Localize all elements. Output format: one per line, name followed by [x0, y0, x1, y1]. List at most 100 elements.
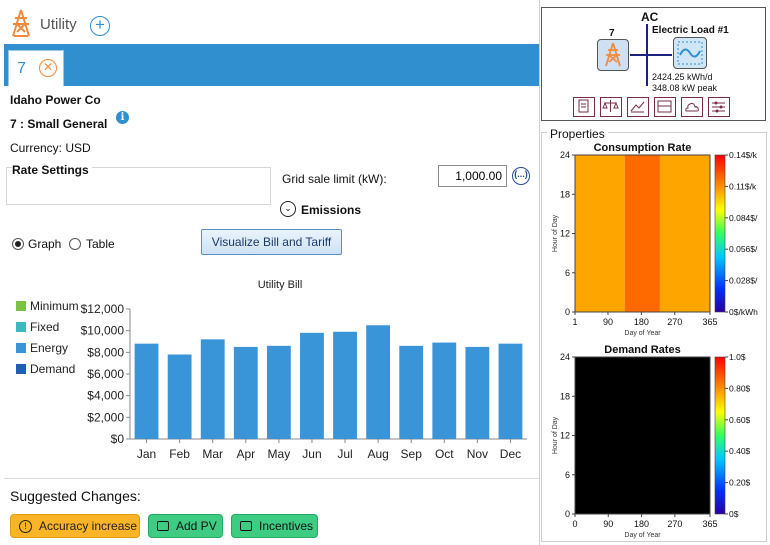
y-tick-label: 12 [560, 431, 570, 441]
x-tick-label: 1 [572, 317, 577, 327]
bar-jul[interactable] [333, 331, 357, 439]
heatmap-title: Consumption Rate [594, 142, 692, 154]
bar-sep[interactable] [399, 345, 424, 439]
rate-name: 7 : Small General [10, 117, 108, 131]
grid-label: 7 [609, 28, 615, 39]
grid-sale-limit-more-button[interactable]: (...) [512, 167, 530, 185]
sliders-icon[interactable] [708, 97, 730, 117]
transmission-tower-icon [605, 42, 621, 67]
bar-jun[interactable] [300, 332, 324, 439]
tab-bar: 7 ✕ [4, 44, 539, 86]
y-tick-label: 0 [565, 307, 570, 317]
incentives-button[interactable]: Incentives [231, 514, 318, 538]
bar-may[interactable] [266, 345, 291, 439]
x-tick-label: Sep [401, 447, 423, 461]
add-utility-button[interactable]: + [90, 16, 110, 36]
transmission-tower-icon [12, 9, 30, 37]
utility-panel: Utility + 7 ✕ Idaho Power Co 7 : Small G… [2, 2, 539, 543]
bar-oct[interactable] [432, 342, 457, 439]
table-radio-label: Table [86, 237, 115, 251]
tab-7[interactable]: 7 ✕ [8, 50, 64, 86]
legend-swatch-demand [16, 364, 26, 374]
bar-nov[interactable] [465, 346, 490, 439]
bar-aug[interactable] [366, 325, 391, 439]
colorbar-label: 0$/kWh [729, 307, 758, 317]
x-tick-label: 180 [634, 519, 649, 529]
legend-swatch-fixed [16, 322, 26, 332]
colorbar-label: 0.14$/k [729, 150, 758, 160]
bar-apr[interactable] [233, 346, 258, 439]
y-tick-label: $10,000 [81, 324, 125, 338]
colorbar [714, 356, 726, 515]
y-tick-label: 12 [560, 229, 570, 239]
x-tick-label: Apr [236, 447, 255, 461]
colorbar-label: 0.056$/ [729, 244, 758, 254]
colorbar-label: 0.80$ [729, 383, 751, 393]
bar-mar[interactable] [200, 339, 225, 439]
y-axis-label: Hour of Day [552, 416, 559, 454]
graph-radio[interactable] [12, 238, 24, 250]
y-tick-label: 0 [565, 509, 570, 519]
table-radio[interactable] [69, 238, 81, 250]
colorbar-label: 0.084$/ [729, 213, 758, 223]
consumption-rate-heatmap: Consumption Rate 0 6 12 18 24 1 90 180 270 365 Day … [552, 142, 758, 337]
add-pv-button[interactable]: Add PV [148, 514, 223, 538]
y-tick-label: $12,000 [81, 302, 125, 316]
bar-jan[interactable] [134, 343, 159, 439]
info-icon[interactable]: i [116, 111, 129, 124]
emissions-toggle[interactable]: Emissions [301, 203, 361, 217]
legend-swatch-energy [16, 343, 26, 353]
x-tick-label: 270 [667, 519, 682, 529]
alert-circle-icon: ! [19, 520, 32, 533]
colorbar-label: 0$ [729, 509, 739, 519]
ac-bus-label: AC [641, 10, 659, 24]
rate-settings-title: Rate Settings [12, 163, 92, 177]
electric-load-component[interactable] [673, 37, 707, 69]
demand-rates-heatmap: Demand Rates 0 6 12 18 24 0 90 180 270 365 Day of Y… [552, 344, 751, 539]
y-tick-label: 6 [565, 470, 570, 480]
y-tick-label: $8,000 [87, 345, 124, 359]
x-tick-label: Jul [337, 447, 352, 461]
accuracy-increase-button[interactable]: ! Accuracy increase [10, 514, 140, 538]
speech-bubble-icon [157, 521, 169, 531]
visualize-bill-tariff-button[interactable]: Visualize Bill and Tariff [201, 229, 342, 255]
load-peak: 348.08 kW peak [652, 83, 718, 93]
grid-component[interactable] [597, 39, 629, 71]
y-tick-label: 6 [565, 268, 570, 278]
heatmap-band [575, 357, 710, 514]
y-tick-label: 24 [560, 150, 570, 160]
line-chart-icon[interactable] [627, 97, 649, 117]
x-tick-label: Oct [435, 447, 454, 461]
app-title: Utility [40, 16, 77, 33]
bar-dec[interactable] [498, 343, 523, 439]
x-tick-label: Aug [367, 447, 388, 461]
y-tick-label: $0 [111, 432, 125, 446]
accuracy-increase-label: Accuracy increase [39, 519, 138, 533]
speech-bubble-icon [240, 521, 252, 531]
cloud-icon[interactable] [681, 97, 703, 117]
table-icon[interactable] [654, 97, 676, 117]
x-tick-label: Feb [169, 447, 190, 461]
legend-energy: Energy [30, 341, 69, 355]
graph-radio-label: Graph [28, 237, 62, 251]
x-axis-label: Day of Year [624, 532, 661, 539]
chevron-down-icon[interactable]: ⌄ [280, 201, 296, 217]
suggested-changes-title: Suggested Changes: [10, 488, 141, 504]
bar-feb[interactable] [167, 354, 192, 440]
colorbar-label: 0.40$ [729, 446, 751, 456]
colorbar [714, 154, 726, 313]
y-tick-label: $4,000 [87, 389, 124, 403]
x-axis-label: Day of Year [624, 330, 661, 337]
grid-sale-limit-input[interactable] [438, 165, 507, 187]
panel-separator [539, 0, 540, 545]
scales-icon[interactable] [600, 97, 622, 117]
legend-fixed: Fixed [30, 320, 60, 334]
document-icon[interactable] [573, 97, 595, 117]
utility-company: Idaho Power Co [10, 93, 101, 107]
system-diagram: AC 7 Electric Load #1 2424.25 kWh/d 348.… [541, 7, 766, 121]
close-tab-icon[interactable]: ✕ [39, 59, 57, 77]
x-tick-label: 90 [603, 317, 613, 327]
incentives-label: Incentives [259, 519, 314, 533]
legend-swatch-minimum [16, 301, 26, 311]
grid-connector [630, 54, 646, 56]
